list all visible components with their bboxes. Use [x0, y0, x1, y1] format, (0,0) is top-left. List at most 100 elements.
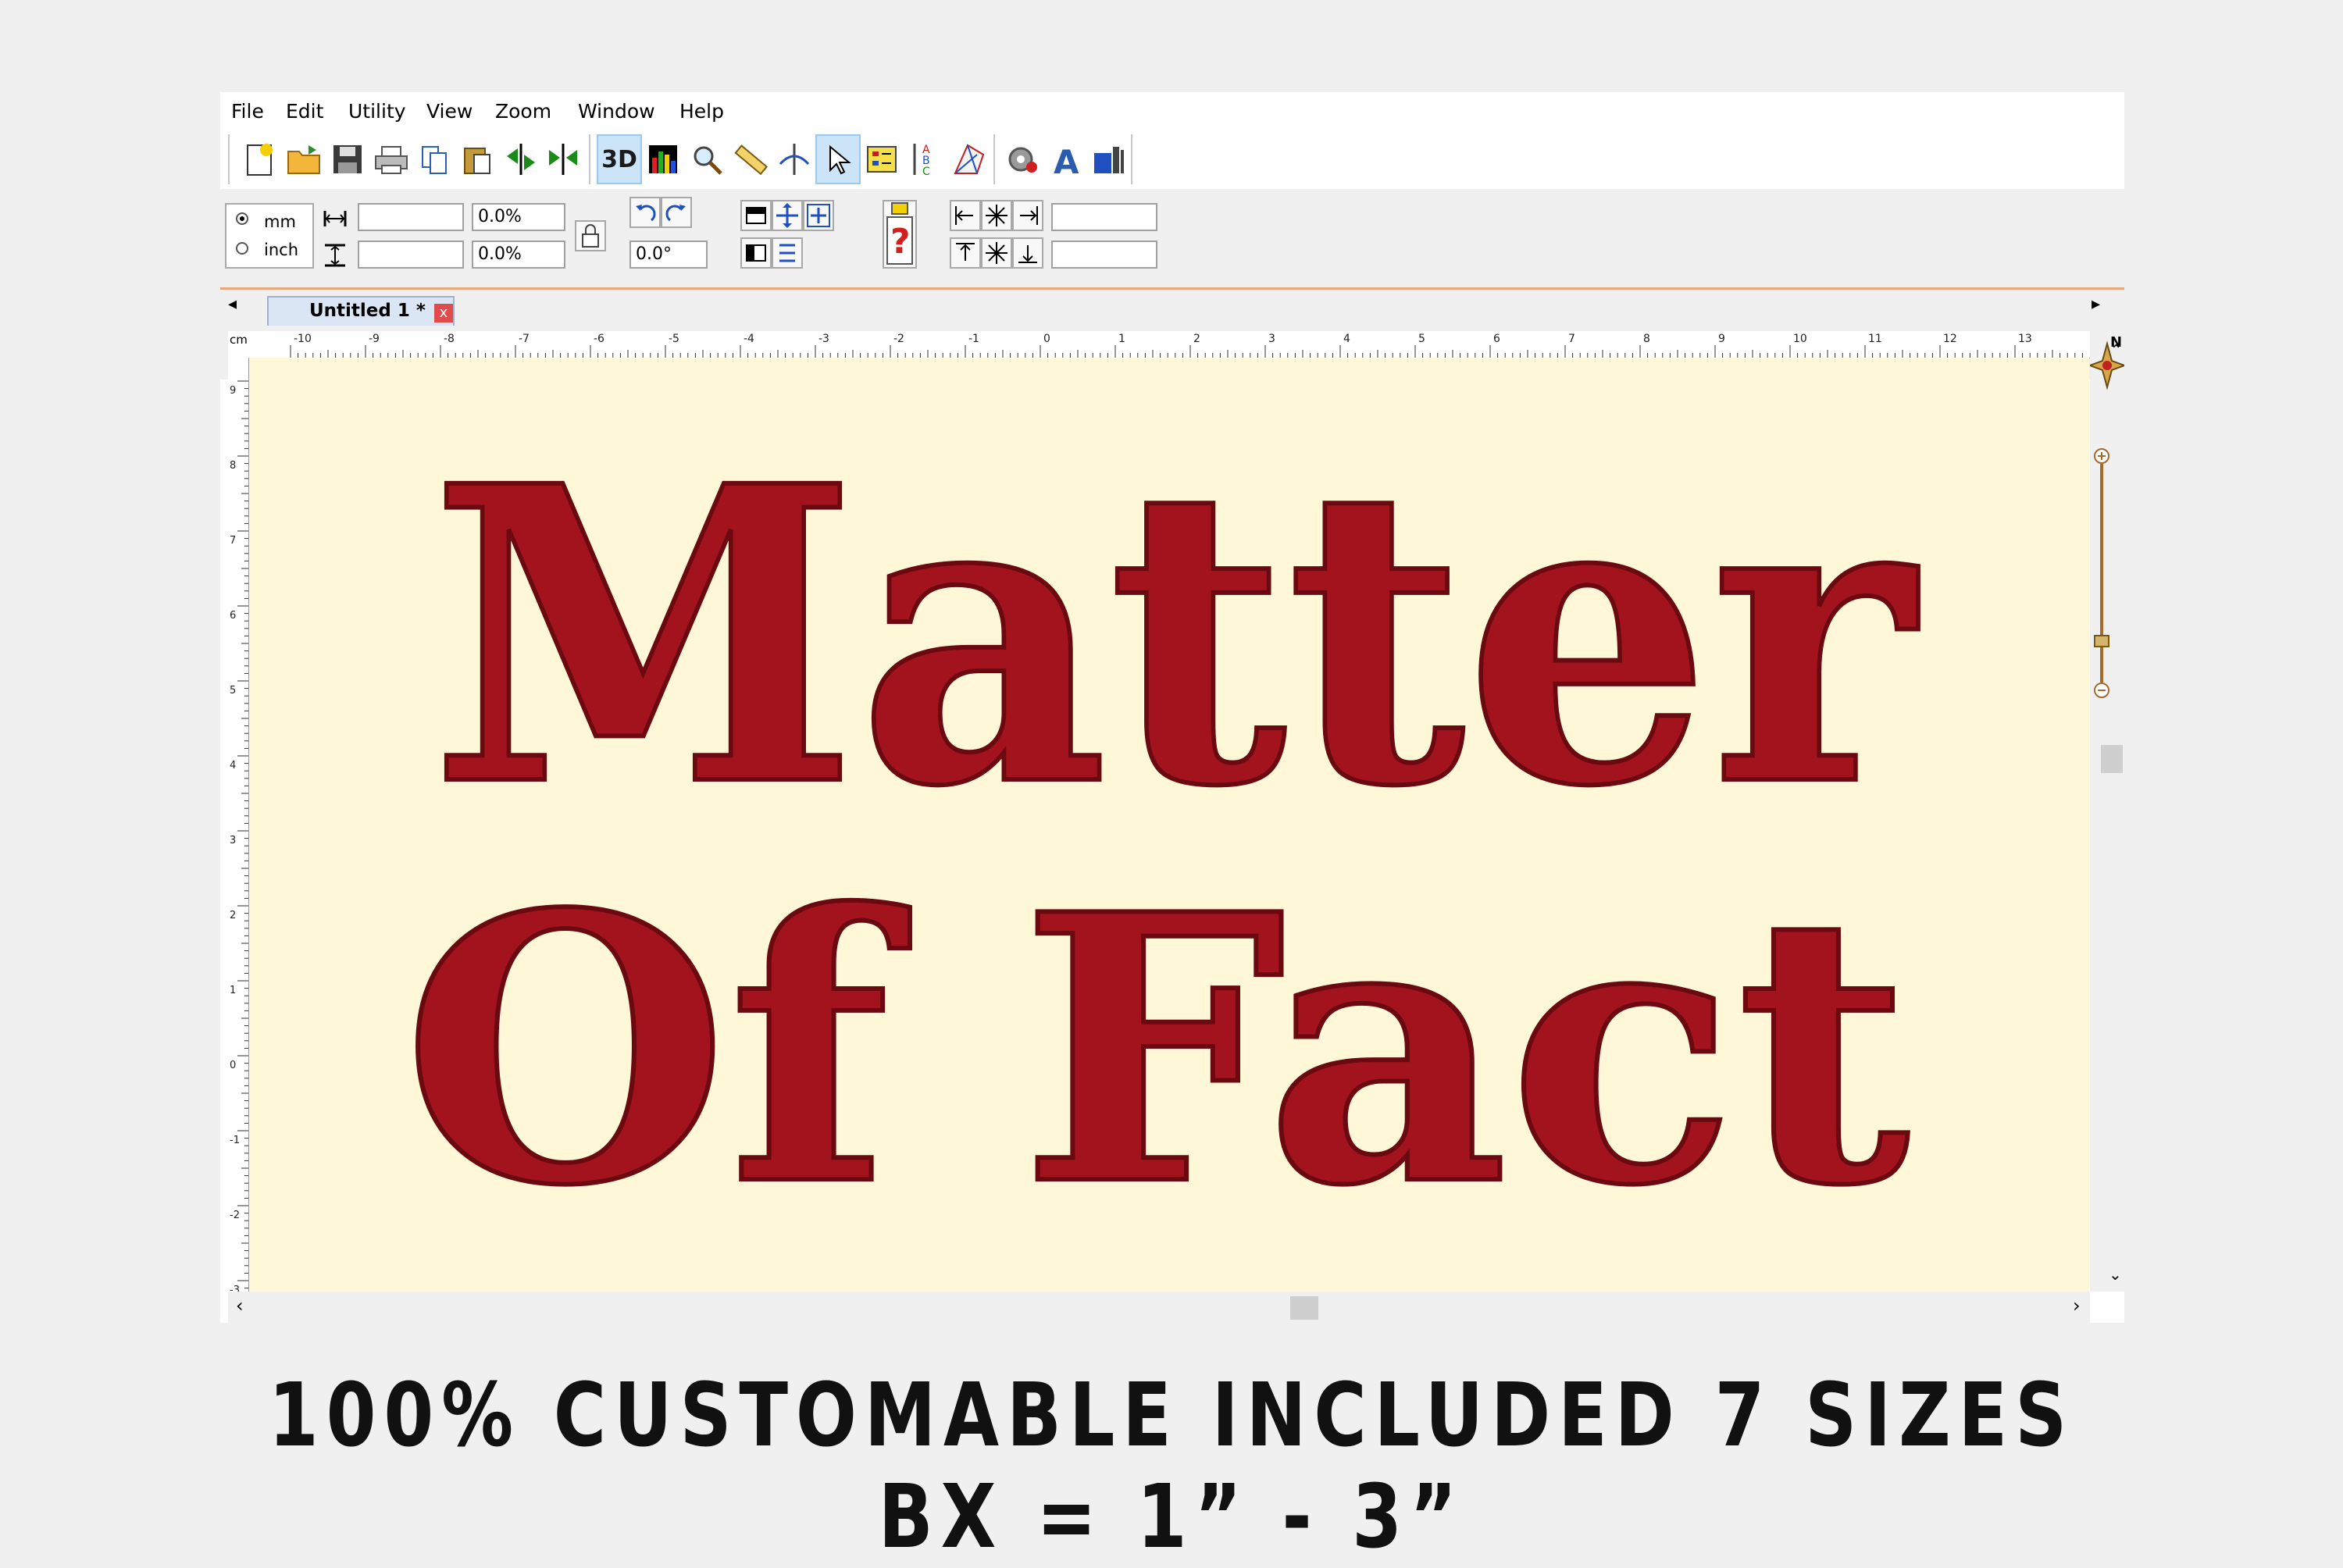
unit-mm-radio[interactable]	[236, 212, 248, 225]
menu-bar: File Edit Utility View Zoom Window Help	[220, 92, 2124, 131]
rotate-right-icon	[665, 205, 686, 222]
distribute-button[interactable]	[772, 237, 803, 269]
vertical-scroll-thumb[interactable]	[2101, 745, 2123, 773]
ruler-tick-label: 11	[1868, 333, 1882, 345]
toolbar-separator	[1131, 134, 1132, 184]
digitize-button[interactable]	[948, 136, 990, 183]
tab-close-icon[interactable]: x	[434, 304, 453, 323]
center-button[interactable]	[772, 200, 803, 231]
menu-zoom[interactable]: Zoom	[495, 100, 551, 123]
rotation-input[interactable]: 0.0°	[629, 241, 708, 269]
open-file-button[interactable]	[283, 136, 325, 183]
ruler-tick-label: -4	[744, 333, 754, 345]
scroll-up-icon[interactable]: ⌃	[2110, 342, 2122, 358]
scroll-down-icon[interactable]: ⌄	[2109, 1265, 2122, 1284]
design-line-1[interactable]: Matter	[428, 396, 1924, 878]
question-icon: ?	[886, 202, 913, 265]
ruler-tick-label: 3	[1268, 333, 1275, 345]
design-line-2[interactable]: Of Fact	[400, 832, 1914, 1268]
save-button[interactable]	[326, 136, 369, 183]
tab-untitled-1[interactable]: Untitled 1 * x	[267, 296, 455, 326]
menu-help[interactable]: Help	[679, 100, 724, 123]
zoom-slider[interactable]	[2090, 448, 2113, 698]
color-bars-button[interactable]	[642, 136, 684, 183]
unit-inch-radio[interactable]	[236, 242, 248, 255]
fit-button[interactable]	[803, 200, 834, 231]
align-bottom-edge-button[interactable]	[1012, 237, 1043, 269]
menu-utility[interactable]: Utility	[348, 100, 406, 123]
new-file-button[interactable]	[239, 136, 281, 183]
mirror-vertical-button[interactable]	[542, 136, 584, 183]
floppy-disk-icon	[333, 145, 362, 173]
vertical-scrollbar[interactable]: N ⌃ ⌄	[2090, 331, 2124, 1292]
horizontal-scroll-thumb[interactable]	[1290, 1296, 1318, 1320]
align-top-icon	[746, 207, 766, 224]
lock-ratio-button[interactable]	[575, 220, 606, 251]
magnifier-icon	[694, 146, 722, 175]
height-input[interactable]	[358, 241, 464, 269]
svg-text:C: C	[922, 166, 930, 178]
align-left-button[interactable]	[740, 237, 772, 269]
arrow-left-bar-icon	[955, 206, 973, 225]
measure-button[interactable]	[729, 136, 772, 183]
needle-icon	[779, 144, 810, 175]
scale-y-input[interactable]: 0.0%	[472, 241, 565, 269]
view-3d-button[interactable]: 3D	[597, 134, 642, 184]
ruler-tick-label: 9	[230, 385, 236, 397]
lettering-button[interactable]: ABC	[904, 136, 947, 183]
menu-view[interactable]: View	[426, 100, 473, 123]
ruler-tick-label: 4	[1343, 333, 1350, 345]
menu-window[interactable]: Window	[578, 100, 655, 123]
position-y-input[interactable]	[1051, 241, 1157, 269]
units-group: mm inch	[225, 203, 314, 269]
arrow-right-bar-icon	[1020, 206, 1038, 225]
machine-button[interactable]	[1087, 136, 1129, 183]
new-file-icon	[247, 144, 273, 176]
width-input[interactable]	[358, 203, 464, 231]
zoom-button[interactable]	[686, 136, 728, 183]
select-tool-button[interactable]	[815, 134, 861, 184]
document-tab-bar: ◂ Untitled 1 * x ▸	[220, 287, 2124, 326]
ruler-ticks: 9876543210-1-2-3	[230, 380, 248, 1311]
design-canvas[interactable]: Matter Of Fact	[249, 358, 2089, 1292]
position-x-input[interactable]	[1051, 203, 1157, 231]
svg-text:?: ?	[890, 222, 911, 262]
ruler-icon	[734, 144, 768, 176]
menu-file[interactable]: File	[231, 100, 264, 123]
align-top-edge-button[interactable]	[950, 237, 981, 269]
align-center-h-button[interactable]	[981, 200, 1012, 231]
ruler-tick-label: 12	[1943, 333, 1957, 345]
stitch-tool-button[interactable]	[773, 136, 815, 183]
ruler-tick-label: 8	[230, 460, 236, 472]
align-top-button[interactable]	[740, 200, 772, 231]
align-center-v-button[interactable]	[981, 237, 1012, 269]
paste-icon	[464, 148, 490, 174]
print-button[interactable]	[370, 136, 412, 183]
copy-button[interactable]	[414, 136, 456, 183]
main-toolbar: 3D ABC A	[220, 131, 2124, 189]
scroll-right-icon[interactable]: ›	[2073, 1295, 2081, 1317]
paste-button[interactable]	[456, 136, 498, 183]
svg-text:A: A	[1054, 143, 1079, 176]
object-list-button[interactable]	[861, 136, 903, 183]
mirror-horizontal-button[interactable]	[500, 136, 542, 183]
font-a-icon: A	[1054, 143, 1079, 176]
help-button[interactable]: ?	[883, 200, 917, 269]
settings-button[interactable]	[1001, 136, 1043, 183]
align-right-edge-button[interactable]	[1012, 200, 1043, 231]
font-button[interactable]: A	[1045, 136, 1087, 183]
color-bars-icon	[649, 145, 677, 173]
rotate-ccw-button[interactable]	[629, 197, 661, 228]
rotate-cw-button[interactable]	[661, 197, 692, 228]
center-icon	[776, 203, 798, 228]
view-3d-label: 3D	[601, 145, 637, 173]
tab-scroll-left-icon[interactable]: ◂	[228, 294, 237, 314]
scale-x-input[interactable]: 0.0%	[472, 203, 565, 231]
fit-icon	[807, 204, 830, 227]
tab-scroll-right-icon[interactable]: ▸	[2092, 294, 2100, 314]
align-left-edge-button[interactable]	[950, 200, 981, 231]
width-icon	[323, 211, 347, 226]
menu-edit[interactable]: Edit	[286, 100, 323, 123]
horizontal-scrollbar[interactable]: ‹ ›	[228, 1292, 2090, 1323]
scroll-left-icon[interactable]: ‹	[236, 1295, 244, 1317]
